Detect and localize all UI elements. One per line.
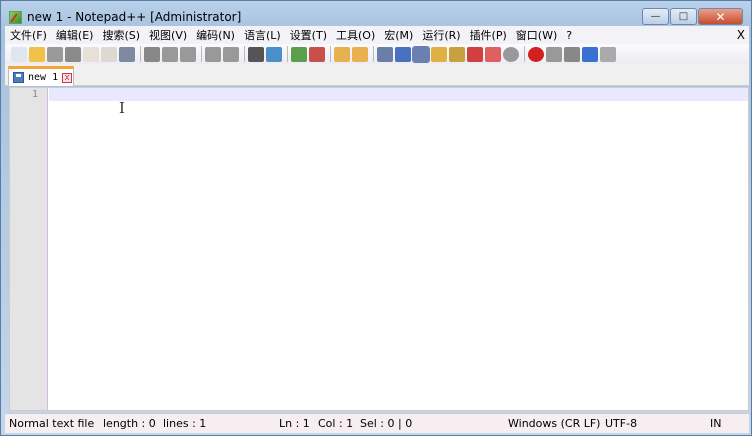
print-icon[interactable] xyxy=(119,46,135,62)
line-number-gutter: 1 xyxy=(10,88,48,410)
close-document-button[interactable]: X xyxy=(732,28,749,42)
line-number: 1 xyxy=(31,89,38,100)
sync-vertical-icon[interactable] xyxy=(334,46,350,62)
menu-item-4[interactable]: 编码(N) xyxy=(191,27,239,43)
toolbar-separator xyxy=(330,46,331,62)
menu-item-6[interactable]: 设置(T) xyxy=(285,27,331,43)
run-macro-multiple-icon[interactable] xyxy=(582,46,598,62)
text-cursor-icon: I xyxy=(119,99,125,117)
status-ln: Ln : 1 xyxy=(279,417,310,430)
status-encoding[interactable]: UTF-8 xyxy=(605,417,637,430)
saved-disk-icon xyxy=(13,72,24,83)
menu-item-11[interactable]: 窗口(W) xyxy=(511,27,561,43)
sync-horizontal-icon[interactable] xyxy=(352,46,368,62)
close-button[interactable]: ✕ xyxy=(698,8,743,25)
status-col: Col : 1 xyxy=(318,417,354,430)
open-file-icon[interactable] xyxy=(29,46,45,62)
status-bar: Normal text file length : 0 lines : 1 Ln… xyxy=(5,413,749,433)
status-sel: Sel : 0 | 0 xyxy=(360,417,413,430)
zoom-in-icon[interactable] xyxy=(291,46,307,62)
toolbar-separator xyxy=(201,46,202,62)
tab-bar: new 1 x xyxy=(5,64,749,86)
notepadpp-app-icon xyxy=(9,10,22,24)
user-defined-language-icon[interactable] xyxy=(431,46,447,62)
current-line-highlight xyxy=(49,88,748,101)
replace-icon[interactable] xyxy=(266,46,282,62)
find-icon[interactable] xyxy=(248,46,264,62)
undo-icon[interactable] xyxy=(205,46,221,62)
play-macro-icon[interactable] xyxy=(564,46,580,62)
monitoring-icon[interactable] xyxy=(503,46,519,62)
close-icon[interactable] xyxy=(83,46,99,62)
menu-bar: 文件(F) 编辑(E) 搜索(S) 视图(V) 编码(N) 语言(L) 设置(T) 工具(O)… xyxy=(5,26,749,44)
status-insert-mode: IN xyxy=(710,417,722,430)
menu-item-7[interactable]: 工具(O) xyxy=(331,27,379,43)
menu-item-5[interactable]: 语言(L) xyxy=(239,27,285,43)
close-all-icon[interactable] xyxy=(101,46,117,62)
save-all-icon[interactable] xyxy=(65,46,81,62)
status-eol[interactable]: Windows (CR LF) xyxy=(508,417,600,430)
function-list-icon[interactable] xyxy=(467,46,483,62)
indent-guide-icon[interactable] xyxy=(412,45,430,63)
paste-icon[interactable] xyxy=(180,46,196,62)
tab-close-icon[interactable]: x xyxy=(62,72,73,83)
menu-item-3[interactable]: 视图(V) xyxy=(144,27,191,43)
status-length: length : 0 xyxy=(103,417,156,430)
window-title: new 1 - Notepad++ [Administrator] xyxy=(27,10,242,24)
toolbar xyxy=(5,44,749,64)
menu-item-9[interactable]: 运行(R) xyxy=(417,27,464,43)
toolbar-separator xyxy=(244,46,245,62)
tab-label: new 1 xyxy=(28,72,59,83)
minimize-button[interactable]: — xyxy=(642,8,669,25)
show-all-chars-icon[interactable] xyxy=(395,46,411,62)
save-macro-icon[interactable] xyxy=(600,46,616,62)
menu-item-12[interactable]: ? xyxy=(561,29,576,42)
menu-item-0[interactable]: 文件(F) xyxy=(5,27,51,43)
status-lines: lines : 1 xyxy=(163,417,207,430)
new-file-icon[interactable] xyxy=(11,46,27,62)
toolbar-separator xyxy=(373,46,374,62)
menu-item-8[interactable]: 宏(M) xyxy=(379,27,417,43)
notepadpp-window: new 1 - Notepad++ [Administrator] — □ ✕ … xyxy=(0,0,752,436)
title-bar: new 1 - Notepad++ [Administrator] xyxy=(9,7,241,27)
toolbar-separator xyxy=(524,46,525,62)
maximize-button[interactable]: □ xyxy=(670,8,697,25)
tab-new-1[interactable]: new 1 x xyxy=(8,66,74,86)
menu-item-2[interactable]: 搜索(S) xyxy=(97,27,144,43)
save-icon[interactable] xyxy=(47,46,63,62)
toolbar-separator xyxy=(287,46,288,62)
editor-area[interactable]: 1 I xyxy=(9,87,749,411)
stop-recording-icon[interactable] xyxy=(546,46,562,62)
toolbar-separator xyxy=(140,46,141,62)
folder-as-workspace-icon[interactable] xyxy=(485,46,501,62)
menu-item-1[interactable]: 编辑(E) xyxy=(51,27,98,43)
status-file-type: Normal text file xyxy=(9,417,95,430)
record-macro-icon[interactable] xyxy=(528,46,544,62)
zoom-out-icon[interactable] xyxy=(309,46,325,62)
cut-icon[interactable] xyxy=(144,46,160,62)
word-wrap-icon[interactable] xyxy=(377,46,393,62)
redo-icon[interactable] xyxy=(223,46,239,62)
document-map-icon[interactable] xyxy=(449,46,465,62)
copy-icon[interactable] xyxy=(162,46,178,62)
menu-item-10[interactable]: 插件(P) xyxy=(465,27,511,43)
